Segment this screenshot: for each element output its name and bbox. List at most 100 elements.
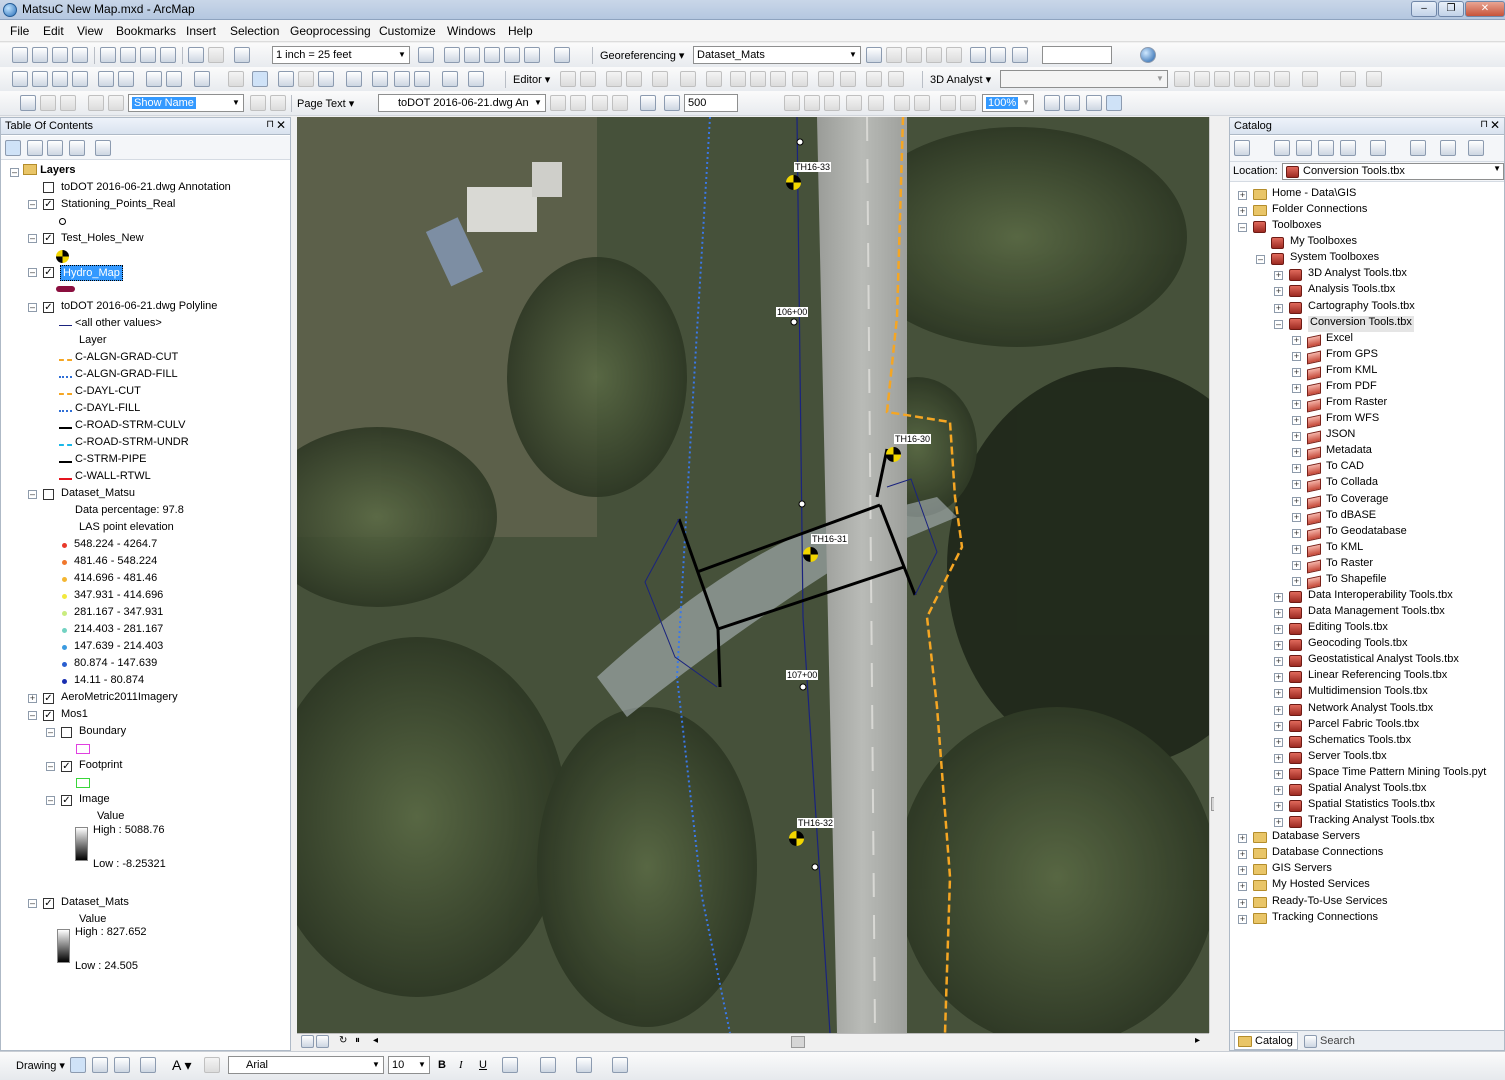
expand-icon[interactable]: + bbox=[1238, 834, 1247, 844]
symbol-scale-icon[interactable] bbox=[664, 95, 680, 111]
new-text-tool[interactable]: A ▾ bbox=[172, 1057, 191, 1074]
minimize-button[interactable]: – bbox=[1411, 1, 1437, 17]
expand-icon[interactable]: + bbox=[1274, 271, 1283, 281]
collapse-icon[interactable]: – bbox=[28, 303, 37, 312]
expand-icon[interactable]: + bbox=[1238, 898, 1247, 908]
toolbox-item[interactable]: Data Interoperability Tools.tbx bbox=[1308, 589, 1453, 605]
point-profile-icon[interactable] bbox=[1302, 71, 1318, 87]
previous-page-icon[interactable] bbox=[108, 95, 124, 111]
reference-scale-input[interactable]: 500 bbox=[684, 94, 738, 112]
layer-aerometric-imagery[interactable]: AeroMetric2011Imagery bbox=[61, 691, 178, 707]
test-hole-marker[interactable] bbox=[789, 831, 804, 846]
toolset-item[interactable]: To Shapefile bbox=[1326, 573, 1387, 589]
interpolate-line-icon[interactable] bbox=[1174, 71, 1190, 87]
expand-icon[interactable]: + bbox=[1238, 850, 1247, 860]
expand-icon[interactable]: + bbox=[1274, 609, 1283, 619]
expand-icon[interactable]: + bbox=[1274, 737, 1283, 747]
catalog-connection-item[interactable]: Ready-To-Use Services bbox=[1272, 895, 1388, 911]
expand-icon[interactable]: + bbox=[1238, 191, 1247, 200]
find-route-icon[interactable] bbox=[394, 71, 410, 87]
contour-icon[interactable] bbox=[1234, 71, 1250, 87]
splitter[interactable] bbox=[1214, 117, 1228, 1051]
catalog-system-toolboxes[interactable]: System Toolboxes bbox=[1290, 251, 1379, 267]
full-extent-icon[interactable] bbox=[72, 71, 88, 87]
expand-icon[interactable]: + bbox=[1292, 448, 1301, 458]
close-icon[interactable]: ✕ bbox=[276, 118, 286, 132]
print-icon[interactable] bbox=[72, 47, 88, 63]
menu-customize[interactable]: Customize bbox=[379, 24, 436, 38]
auto-hide-pin-icon[interactable]: ⊓ bbox=[266, 119, 274, 130]
measure-icon[interactable] bbox=[346, 71, 362, 87]
fill-color-icon[interactable] bbox=[540, 1057, 556, 1073]
layer-visibility-checkbox[interactable]: ✓ bbox=[43, 199, 54, 210]
expand-icon[interactable]: + bbox=[1292, 496, 1301, 506]
arcscene-icon[interactable] bbox=[1340, 71, 1356, 87]
layer-dataset-matsu[interactable]: Dataset_Matsu bbox=[61, 487, 135, 503]
label-manager-icon[interactable] bbox=[40, 95, 56, 111]
menu-help[interactable]: Help bbox=[508, 24, 533, 38]
close-icon[interactable]: ✕ bbox=[1490, 118, 1500, 132]
open-icon[interactable] bbox=[32, 47, 48, 63]
layer-stationing-points[interactable]: Stationing_Points_Real bbox=[61, 198, 175, 214]
font-family-combo[interactable]: Arial ▼ bbox=[228, 1056, 384, 1074]
expand-icon[interactable]: + bbox=[1274, 689, 1283, 699]
last-page-icon[interactable] bbox=[270, 95, 286, 111]
reshape-icon[interactable] bbox=[706, 71, 722, 87]
toolset-item[interactable]: To CAD bbox=[1326, 460, 1364, 476]
views-icon[interactable] bbox=[1370, 140, 1386, 156]
delete-icon[interactable] bbox=[160, 47, 176, 63]
layer-visibility-checkbox[interactable] bbox=[43, 182, 54, 193]
edit-vertices-icon[interactable] bbox=[204, 1057, 220, 1073]
marker-color-icon[interactable] bbox=[612, 1057, 628, 1073]
toolset-item[interactable]: JSON bbox=[1326, 428, 1355, 444]
zoom-in-icon[interactable] bbox=[12, 71, 28, 87]
line-of-sight-icon[interactable] bbox=[1254, 71, 1270, 87]
toolset-item[interactable]: From KML bbox=[1326, 364, 1377, 380]
horizontal-scroll-thumb[interactable] bbox=[791, 1036, 805, 1048]
viewer-icon[interactable] bbox=[990, 47, 1006, 63]
layer-visibility-checkbox[interactable]: ✓ bbox=[61, 761, 72, 772]
editor-toolbar-icon[interactable] bbox=[418, 47, 434, 63]
expand-icon[interactable]: + bbox=[1274, 818, 1283, 828]
italic-button[interactable]: I bbox=[459, 1059, 463, 1071]
toolset-item[interactable]: Excel bbox=[1326, 332, 1353, 348]
select-features-icon[interactable] bbox=[194, 71, 210, 87]
identify-icon[interactable] bbox=[278, 71, 294, 87]
new-folder-icon[interactable] bbox=[1410, 140, 1426, 156]
collapse-icon[interactable]: – bbox=[28, 200, 37, 209]
brightness-icon[interactable] bbox=[570, 95, 586, 111]
collapse-icon[interactable]: – bbox=[28, 899, 37, 908]
toolbox-item[interactable]: Geocoding Tools.tbx bbox=[1308, 637, 1407, 653]
expand-icon[interactable]: + bbox=[1238, 207, 1247, 217]
auto-hide-pin-icon[interactable]: ⊓ bbox=[1480, 119, 1488, 130]
expand-icon[interactable]: + bbox=[1274, 769, 1283, 779]
transparency-icon[interactable] bbox=[592, 95, 608, 111]
editor-menu[interactable]: Editor ▾ bbox=[513, 73, 550, 86]
layout-forward-icon[interactable] bbox=[960, 95, 976, 111]
expand-icon[interactable]: + bbox=[1292, 512, 1301, 522]
toolset-item[interactable]: To dBASE bbox=[1326, 509, 1376, 525]
toolbox-item[interactable]: Schematics Tools.tbx bbox=[1308, 734, 1411, 750]
toolbox-item[interactable]: Analysis Tools.tbx bbox=[1308, 283, 1395, 299]
expand-icon[interactable]: + bbox=[1292, 416, 1301, 426]
toggle-contents-icon[interactable] bbox=[1440, 140, 1456, 156]
forward-extent-icon[interactable] bbox=[166, 71, 182, 87]
pan-icon[interactable] bbox=[52, 71, 68, 87]
layer-visibility-checkbox[interactable] bbox=[61, 727, 72, 738]
catalog-connection-item[interactable]: Database Servers bbox=[1272, 830, 1360, 846]
expand-icon[interactable]: + bbox=[1274, 287, 1283, 297]
expand-icon[interactable]: + bbox=[1274, 705, 1283, 715]
expand-icon[interactable]: + bbox=[1274, 802, 1283, 812]
add-data-icon[interactable] bbox=[234, 47, 250, 63]
layout-zoom-in-icon[interactable] bbox=[784, 95, 800, 111]
edit-tool-icon[interactable] bbox=[560, 71, 576, 87]
collapse-icon[interactable]: – bbox=[28, 490, 37, 499]
expand-icon[interactable]: + bbox=[1292, 432, 1301, 442]
layer-visibility-checkbox[interactable]: ✓ bbox=[43, 233, 54, 244]
collapse-icon[interactable]: – bbox=[10, 168, 19, 177]
layout-zoom-out-fixed-icon[interactable] bbox=[914, 95, 930, 111]
layer-visibility-checkbox[interactable]: ✓ bbox=[61, 795, 72, 806]
first-page-icon[interactable] bbox=[88, 95, 104, 111]
toolbox-item[interactable]: 3D Analyst Tools.tbx bbox=[1308, 267, 1407, 283]
page-text-menu[interactable]: Page Text ▾ bbox=[297, 97, 354, 110]
